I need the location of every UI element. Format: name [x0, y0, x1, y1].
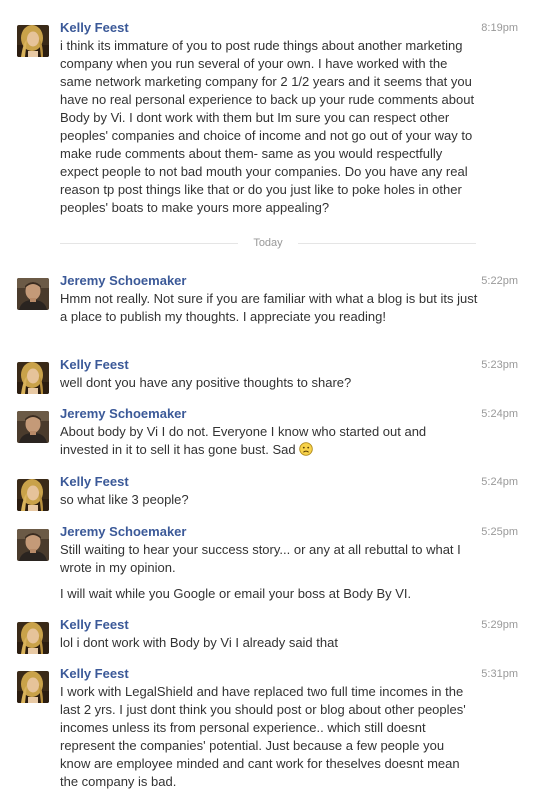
sender-name[interactable]: Jeremy Schoemaker [60, 523, 186, 541]
message-body: About body by Vi I do not. Everyone I kn… [60, 423, 478, 459]
message-body: i think its immature of you to post rude… [60, 37, 478, 217]
message-timestamp: 5:29pm [481, 619, 518, 631]
message-paragraph: Still waiting to hear your success story… [60, 542, 461, 575]
sender-name[interactable]: Kelly Feest [60, 473, 129, 491]
message-body: so what like 3 people? [60, 491, 478, 509]
avatar[interactable] [17, 479, 49, 511]
day-divider: Today [60, 234, 476, 252]
message-paragraph: i think its immature of you to post rude… [60, 38, 475, 215]
sender-name[interactable]: Kelly Feest [60, 19, 129, 37]
message-paragraph: so what like 3 people? [60, 492, 189, 507]
message-body: well dont you have any positive thoughts… [60, 374, 478, 392]
avatar[interactable] [17, 411, 49, 443]
sender-name[interactable]: Jeremy Schoemaker [60, 405, 186, 423]
sender-name[interactable]: Kelly Feest [60, 356, 129, 374]
avatar[interactable] [17, 671, 49, 703]
message-timestamp: 5:31pm [481, 668, 518, 680]
frown-emoticon-icon [299, 442, 313, 456]
sender-name[interactable]: Kelly Feest [60, 665, 129, 683]
message-body: lol i dont work with Body by Vi I alread… [60, 634, 478, 652]
message-timestamp: 5:24pm [481, 476, 518, 488]
message-body: I work with LegalShield and have replace… [60, 683, 478, 791]
avatar[interactable] [17, 362, 49, 394]
message-body: Hmm not really. Not sure if you are fami… [60, 290, 478, 326]
avatar[interactable] [17, 278, 49, 310]
message-paragraph: Hmm not really. Not sure if you are fami… [60, 291, 478, 324]
avatar[interactable] [17, 622, 49, 654]
avatar[interactable] [17, 25, 49, 57]
sender-name[interactable]: Jeremy Schoemaker [60, 272, 186, 290]
sender-name[interactable]: Kelly Feest [60, 616, 129, 634]
message-paragraph: well dont you have any positive thoughts… [60, 375, 352, 390]
message-paragraph: About body by Vi I do not. Everyone I kn… [60, 424, 427, 457]
message-timestamp: 5:23pm [481, 359, 518, 371]
message-body: Still waiting to hear your success story… [60, 541, 478, 603]
message-paragraph: lol i dont work with Body by Vi I alread… [60, 635, 338, 650]
message-timestamp: 8:19pm [481, 22, 518, 34]
message-timestamp: 5:25pm [481, 526, 518, 538]
message-paragraph: I will wait while you Google or email yo… [60, 586, 412, 601]
message-paragraph: I work with LegalShield and have replace… [60, 684, 466, 789]
divider-line-right [298, 243, 476, 244]
message-timestamp: 5:24pm [481, 408, 518, 420]
message-timestamp: 5:22pm [481, 275, 518, 287]
avatar[interactable] [17, 529, 49, 561]
